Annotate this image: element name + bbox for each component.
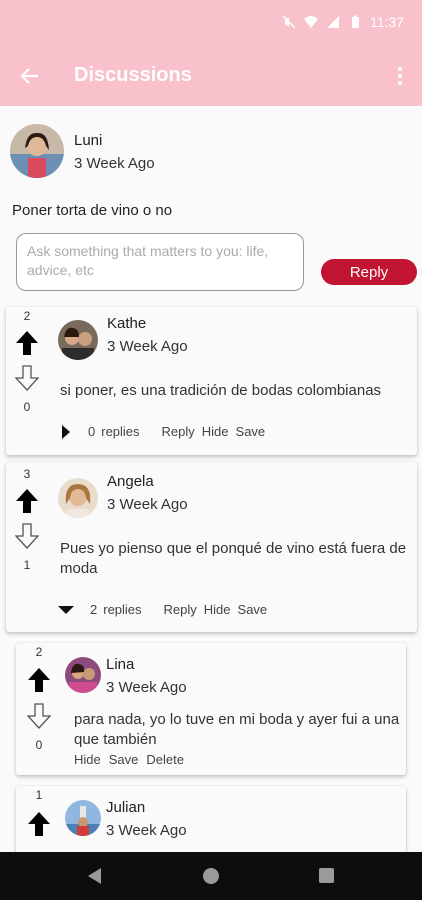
arrow-up-filled-icon[interactable] [27, 667, 51, 693]
system-nav-bar [0, 852, 422, 900]
replies-label[interactable]: replies [101, 424, 139, 439]
arrow-up-filled-icon[interactable] [15, 330, 39, 356]
upvote-count: 2 [23, 309, 31, 323]
battery-icon [352, 15, 359, 28]
save-link[interactable]: Save [238, 602, 268, 617]
commenter-name[interactable]: Lina [106, 656, 134, 673]
post-author-name[interactable]: Luni [74, 132, 102, 149]
commenter-name[interactable]: Angela [107, 473, 154, 490]
expand-replies-icon[interactable] [62, 424, 70, 439]
replies-label[interactable]: replies [103, 602, 141, 617]
arrow-left-icon [20, 68, 38, 84]
downvote-count: 1 [23, 558, 31, 572]
signal-icon [327, 16, 339, 28]
status-time: 11:37 [370, 14, 404, 30]
nav-recents-icon[interactable] [319, 868, 334, 883]
commenter-avatar[interactable] [65, 657, 101, 693]
collapse-replies-icon[interactable] [58, 605, 74, 614]
save-link[interactable]: Save [109, 752, 139, 767]
reply-actions: Hide Save Delete [74, 752, 184, 767]
comment-actions: 0 replies Reply Hide Save [62, 424, 265, 439]
reply-card: 2 0 Lina 3 Week Ago para nada, yo lo tuv… [16, 643, 406, 775]
nav-back-icon[interactable] [88, 868, 101, 884]
comment-timestamp: 3 Week Ago [107, 496, 188, 513]
comment-timestamp: 3 Week Ago [106, 822, 187, 839]
post-author-avatar[interactable] [10, 124, 64, 178]
reply-count: 0 [88, 424, 96, 439]
comment-card: 3 1 Angela 3 Week Ago Pues yo pienso que… [6, 462, 417, 632]
comment-body: si poner, es una tradición de bodas colo… [60, 382, 382, 399]
status-bar: 11:37 [0, 0, 422, 46]
commenter-avatar[interactable] [58, 478, 98, 518]
commenter-avatar[interactable] [65, 800, 101, 836]
mute-icon [282, 15, 296, 29]
commenter-name[interactable]: Julian [106, 799, 145, 816]
arrow-down-outline-icon[interactable] [27, 703, 51, 729]
comment-timestamp: 3 Week Ago [107, 338, 188, 355]
status-icons: 11:37 [282, 14, 404, 30]
more-vertical-icon [398, 67, 402, 71]
hide-link[interactable]: Hide [74, 752, 101, 767]
nav-home-icon[interactable] [203, 868, 219, 884]
hide-link[interactable]: Hide [204, 602, 231, 617]
arrow-up-filled-icon[interactable] [27, 811, 51, 837]
hide-link[interactable]: Hide [202, 424, 229, 439]
comment-actions: 2 replies Reply Hide Save [58, 602, 267, 617]
back-button[interactable] [16, 62, 44, 90]
comment-body: Pues yo pienso que el ponqué de vino est… [60, 540, 407, 577]
save-link[interactable]: Save [236, 424, 266, 439]
commenter-avatar[interactable] [58, 320, 98, 360]
comment-card: 2 0 Kathe 3 Week Ago si poner, es una tr… [6, 307, 417, 455]
arrow-down-outline-icon[interactable] [15, 365, 39, 391]
app-bar: Discussions [0, 46, 422, 106]
commenter-name[interactable]: Kathe [107, 315, 146, 332]
post-body: Poner torta de vino o no [12, 202, 173, 219]
page-title: Discussions [74, 64, 192, 86]
comment-body: para nada, yo lo tuve en mi boda y ayer … [74, 711, 400, 748]
comment-timestamp: 3 Week Ago [106, 679, 187, 696]
upvote-count: 1 [35, 788, 43, 802]
arrow-down-outline-icon[interactable] [15, 523, 39, 549]
upvote-count: 3 [23, 467, 31, 481]
reply-input[interactable] [16, 233, 304, 291]
more-options-button[interactable] [390, 62, 410, 90]
wifi-icon [304, 16, 318, 28]
downvote-count: 0 [35, 738, 43, 752]
delete-link[interactable]: Delete [146, 752, 184, 767]
arrow-up-filled-icon[interactable] [15, 488, 39, 514]
upvote-count: 2 [35, 645, 43, 659]
reply-link[interactable]: Reply [164, 602, 197, 617]
reply-link[interactable]: Reply [162, 424, 195, 439]
downvote-count: 0 [23, 400, 31, 414]
post-reply-button[interactable]: Reply [321, 259, 417, 285]
post-timestamp: 3 Week Ago [74, 155, 155, 172]
reply-count: 2 [90, 602, 98, 617]
